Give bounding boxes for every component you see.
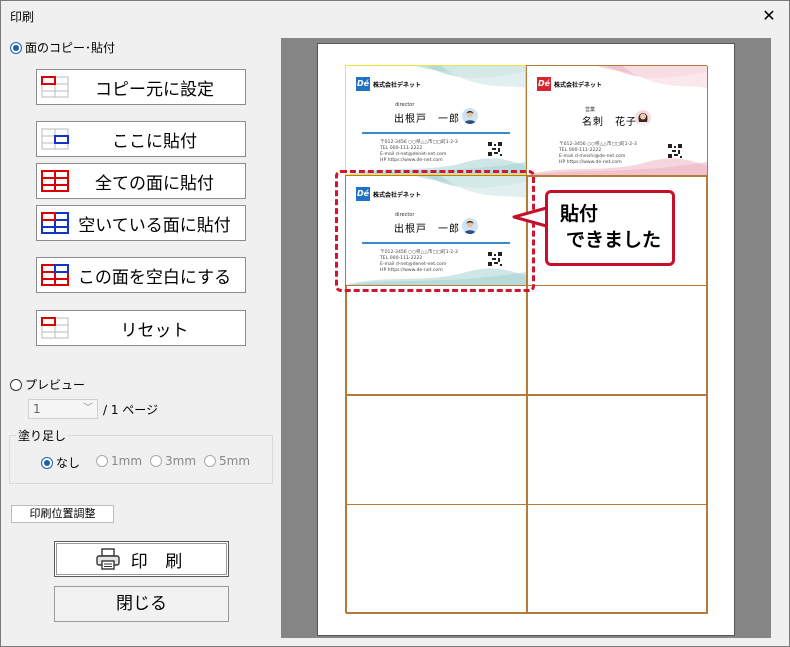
radio-preview[interactable]: プレビュー — [10, 376, 85, 393]
grid-paste-empty-icon — [41, 212, 69, 234]
pasted-card-highlight — [335, 170, 535, 292]
title-bar: 印刷 ✕ — [1, 1, 789, 31]
bleed-option-5mm[interactable]: 5mm — [204, 454, 250, 468]
radio-preview-label: プレビュー — [25, 378, 86, 392]
grid-make-blank-icon — [41, 264, 69, 286]
radio-dot — [41, 456, 53, 469]
card-slot[interactable] — [346, 504, 527, 614]
copy-source-label: コピー元に設定 — [95, 79, 214, 100]
printer-icon — [96, 548, 120, 570]
radio-dot — [150, 455, 162, 467]
print-position-button[interactable]: 印刷位置調整 — [11, 505, 114, 523]
bleed-option-label: 3mm — [165, 454, 197, 468]
radio-dot — [10, 378, 22, 391]
paste-empty-label: 空いている面に貼付 — [78, 215, 231, 236]
grid-paste-here-icon — [41, 128, 69, 150]
radio-dot — [96, 455, 108, 467]
avatar — [635, 110, 651, 126]
callout-line2: できました — [566, 229, 662, 251]
reset-button[interactable]: リセット — [36, 310, 246, 346]
qr-code-icon — [668, 144, 682, 158]
window-title: 印刷 — [10, 10, 35, 24]
paste-empty-button[interactable]: 空いている面に貼付 — [36, 205, 246, 241]
print-button[interactable]: 印 刷 — [54, 541, 229, 577]
reset-label: リセット — [120, 320, 189, 341]
grid-paste-all-icon — [41, 170, 69, 192]
paste-done-callout: 貼付 できました — [545, 190, 675, 266]
make-blank-button[interactable]: この面を空白にする — [36, 257, 246, 293]
bleed-option-3mm[interactable]: 3mm — [150, 454, 196, 468]
card-slot[interactable] — [346, 285, 527, 395]
callout-line1: 貼付 — [560, 203, 599, 225]
card-slot[interactable] — [527, 504, 708, 614]
card-slot[interactable] — [346, 395, 527, 505]
radio-dot — [204, 455, 216, 467]
chevron-down-icon: ﹀ — [83, 403, 93, 414]
card-addr-line: HP https://www.de-net.com — [559, 160, 622, 165]
card-name: 名刺 花子 — [582, 117, 637, 128]
bleed-legend: 塗り足し — [16, 427, 69, 444]
bleed-option-label: なし — [56, 456, 81, 470]
make-blank-label: この面を空白にする — [77, 267, 232, 288]
page-select[interactable]: 1 ﹀ — [28, 399, 98, 419]
copy-source-highlight — [345, 65, 526, 175]
paste-here-button[interactable]: ここに貼付 — [36, 121, 246, 157]
paste-here-label: ここに貼付 — [112, 131, 197, 152]
card-address: 〒012-3456 ○○県△△市□□町1-2-3 TEL 000-111-222… — [559, 142, 637, 166]
bleed-option-1mm[interactable]: 1mm — [96, 454, 142, 468]
grid-copy-source-icon — [41, 76, 69, 98]
radio-copy-paste[interactable]: 面のコピー･貼付 — [10, 39, 115, 56]
copy-source-button[interactable]: コピー元に設定 — [36, 69, 246, 105]
card-slot[interactable] — [527, 285, 708, 395]
paste-all-label: 全ての面に貼付 — [95, 173, 214, 194]
business-card[interactable]: Dé 株式会社デネット 営業 名刺 花子 〒012-3456 ○○県△△市□□町… — [527, 66, 707, 175]
bleed-option-label: 1mm — [111, 454, 143, 468]
page-count: / 1 ページ — [103, 403, 159, 417]
company-logo: Dé — [537, 77, 551, 91]
card-company: 株式会社デネット — [554, 82, 603, 89]
card-role: 営業 — [585, 107, 596, 113]
paste-all-button[interactable]: 全ての面に貼付 — [36, 163, 246, 199]
bleed-option-none[interactable]: なし — [41, 454, 80, 471]
close-icon[interactable]: ✕ — [759, 6, 779, 26]
card-slot[interactable] — [527, 395, 708, 505]
radio-copy-paste-label: 面のコピー･貼付 — [25, 41, 116, 55]
print-label: 印 刷 — [130, 551, 189, 572]
grid-reset-icon — [41, 317, 69, 339]
radio-dot — [10, 41, 22, 54]
page-select-value: 1 — [33, 402, 41, 416]
bleed-option-label: 5mm — [219, 454, 251, 468]
close-button[interactable]: 閉じる — [54, 586, 229, 622]
